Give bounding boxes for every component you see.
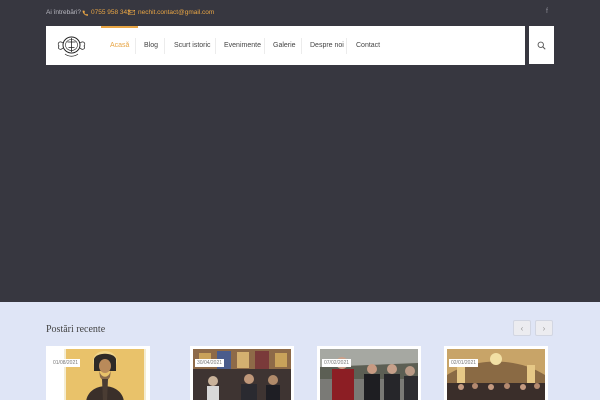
phone-icon: [82, 10, 88, 16]
post-image: [447, 349, 545, 400]
nav-item-evenimente[interactable]: Evenimente: [224, 26, 261, 65]
contact-question: Ai întrebări?: [46, 9, 82, 16]
post-date: 07/02/2021: [322, 359, 352, 367]
post-date: 02/01/2021: [449, 359, 479, 367]
post-card[interactable]: 30/04/2021: [190, 346, 294, 400]
search-icon: [537, 41, 546, 50]
post-card[interactable]: 01/08/2021: [46, 346, 150, 400]
facebook-icon[interactable]: f: [546, 8, 548, 15]
mail-icon: [128, 10, 135, 15]
carousel-next-button[interactable]: ›: [535, 320, 553, 336]
post-thumbnail: [320, 349, 418, 400]
post-thumbnail: [447, 349, 545, 400]
nav-item-acasa[interactable]: Acasă: [100, 26, 140, 65]
nav-divider: [215, 38, 216, 54]
nav-item-scurt-istoric[interactable]: Scurt istoric: [174, 26, 211, 65]
nav-divider: [346, 38, 347, 54]
post-thumbnail: [64, 349, 150, 400]
email-address: nechit.contact@gmail.com: [138, 9, 215, 16]
post-thumbnail: [193, 349, 291, 400]
post-date: 01/08/2021: [51, 359, 81, 367]
phone-link[interactable]: 0755 958 343: [82, 9, 131, 16]
hero-slider: [0, 65, 600, 302]
section-title: Postări recente: [46, 324, 106, 335]
nav-item-despre-noi[interactable]: Despre noi: [310, 26, 344, 65]
search-button[interactable]: [529, 26, 554, 64]
carousel-prev-button[interactable]: ‹: [513, 320, 531, 336]
top-bar: Ai întrebări? 0755 958 343 nechit.contac…: [0, 0, 600, 26]
phone-number: 0755 958 343: [91, 9, 131, 16]
post-image: [193, 349, 291, 400]
email-link[interactable]: nechit.contact@gmail.com: [128, 9, 214, 16]
nav-divider: [135, 38, 136, 54]
post-card[interactable]: 02/01/2021: [444, 346, 548, 400]
nav-divider: [301, 38, 302, 54]
post-image: [64, 349, 146, 400]
nav-divider: [164, 38, 165, 54]
nav-item-galerie[interactable]: Galerie: [273, 26, 296, 65]
post-date: 30/04/2021: [195, 359, 225, 367]
logo[interactable]: [55, 31, 88, 59]
nav-divider: [264, 38, 265, 54]
post-image: [320, 349, 418, 400]
recent-posts-section: Postări recente ‹ › 01/08/2021 30/04/202…: [0, 302, 600, 400]
nav-item-contact[interactable]: Contact: [356, 26, 380, 65]
post-card[interactable]: 07/02/2021: [317, 346, 421, 400]
main-navigation: Acasă Blog Scurt istoric Evenimente Gale…: [46, 26, 525, 65]
nav-item-blog[interactable]: Blog: [144, 26, 158, 65]
